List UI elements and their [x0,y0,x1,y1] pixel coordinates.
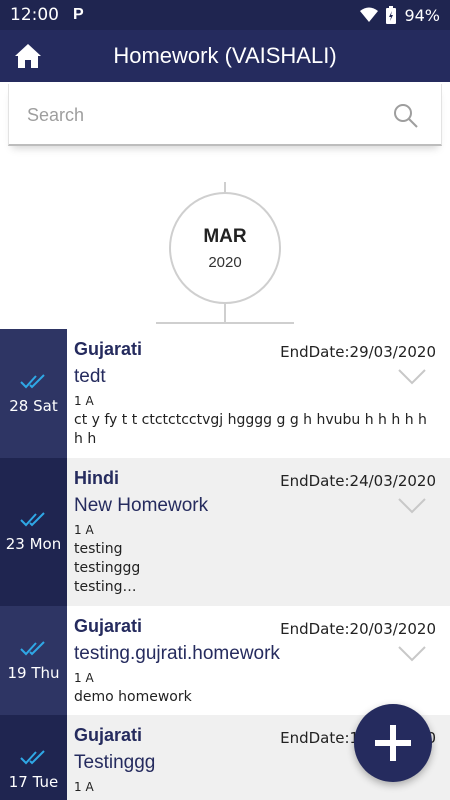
homework-class: 1 A [74,523,94,537]
app-notification-icon: P [73,6,84,23]
homework-date: 19 Thu [0,606,67,715]
homework-end-date: EndDate:24/03/2020 [280,472,436,490]
double-check-icon [19,373,45,388]
chevron-down-icon[interactable] [398,498,426,514]
homework-date-label: 19 Thu [7,663,60,682]
status-bar: 12:00 P 94% [0,0,450,30]
homework-date-label: 17 Tue [8,773,59,791]
add-homework-button[interactable] [354,704,432,782]
homework-date: 17 Tue [0,715,67,800]
homework-content: Gujarati EndDate:29/03/2020 tedt 1 A ct … [67,329,450,458]
double-check-icon [19,750,45,765]
search-bar [8,84,442,146]
month-year: 2020 [208,253,242,271]
homework-class: 1 A [74,780,94,794]
month-badge: MAR 2020 [169,192,281,304]
homework-item[interactable]: 28 Sat Gujarati EndDate:29/03/2020 tedt … [0,329,450,458]
homework-class: 1 A [74,394,94,408]
homework-title: New Homework [74,495,209,516]
homework-class: 1 A [74,671,94,685]
home-icon [15,44,41,68]
homework-item[interactable]: 23 Mon Hindi EndDate:24/03/2020 New Home… [0,458,450,606]
wifi-icon [360,7,379,22]
month-connector-base [156,322,294,324]
page-title: Homework (VAISHALI) [113,43,337,68]
chevron-down-icon[interactable] [398,369,426,385]
month-connector-bottom [224,303,226,323]
homework-date: 23 Mon [0,458,67,606]
double-check-icon [19,640,45,655]
homework-title: testing.gujrati.homework [74,643,280,664]
search-icon[interactable] [393,103,419,129]
homework-date-label: 28 Sat [9,396,58,415]
plus-icon [375,725,411,761]
status-time: 12:00 [10,5,59,25]
battery-icon [386,6,397,24]
home-button[interactable] [0,30,56,82]
chevron-down-icon[interactable] [398,646,426,662]
homework-item[interactable]: 19 Thu Gujarati EndDate:20/03/2020 testi… [0,606,450,715]
double-check-icon [19,512,45,527]
homework-date-label: 23 Mon [5,535,62,553]
homework-title: tedt [74,366,106,387]
homework-end-date: EndDate:29/03/2020 [280,343,436,361]
homework-content: Hindi EndDate:24/03/2020 New Homework 1 … [67,458,450,606]
battery-percent: 94% [404,5,440,25]
homework-date: 28 Sat [0,329,67,458]
month-name: MAR [203,225,247,247]
homework-content: Gujarati EndDate:20/03/2020 testing.gujr… [67,606,450,715]
homework-description: ct y fy t t ctctctcctvgj hgggg g g h hvu… [74,412,427,447]
app-bar: Homework (VAISHALI) [0,30,450,82]
homework-description: testing testinggg testing… [74,541,141,595]
homework-end-date: EndDate:20/03/2020 [280,620,436,638]
search-input[interactable] [27,98,387,132]
